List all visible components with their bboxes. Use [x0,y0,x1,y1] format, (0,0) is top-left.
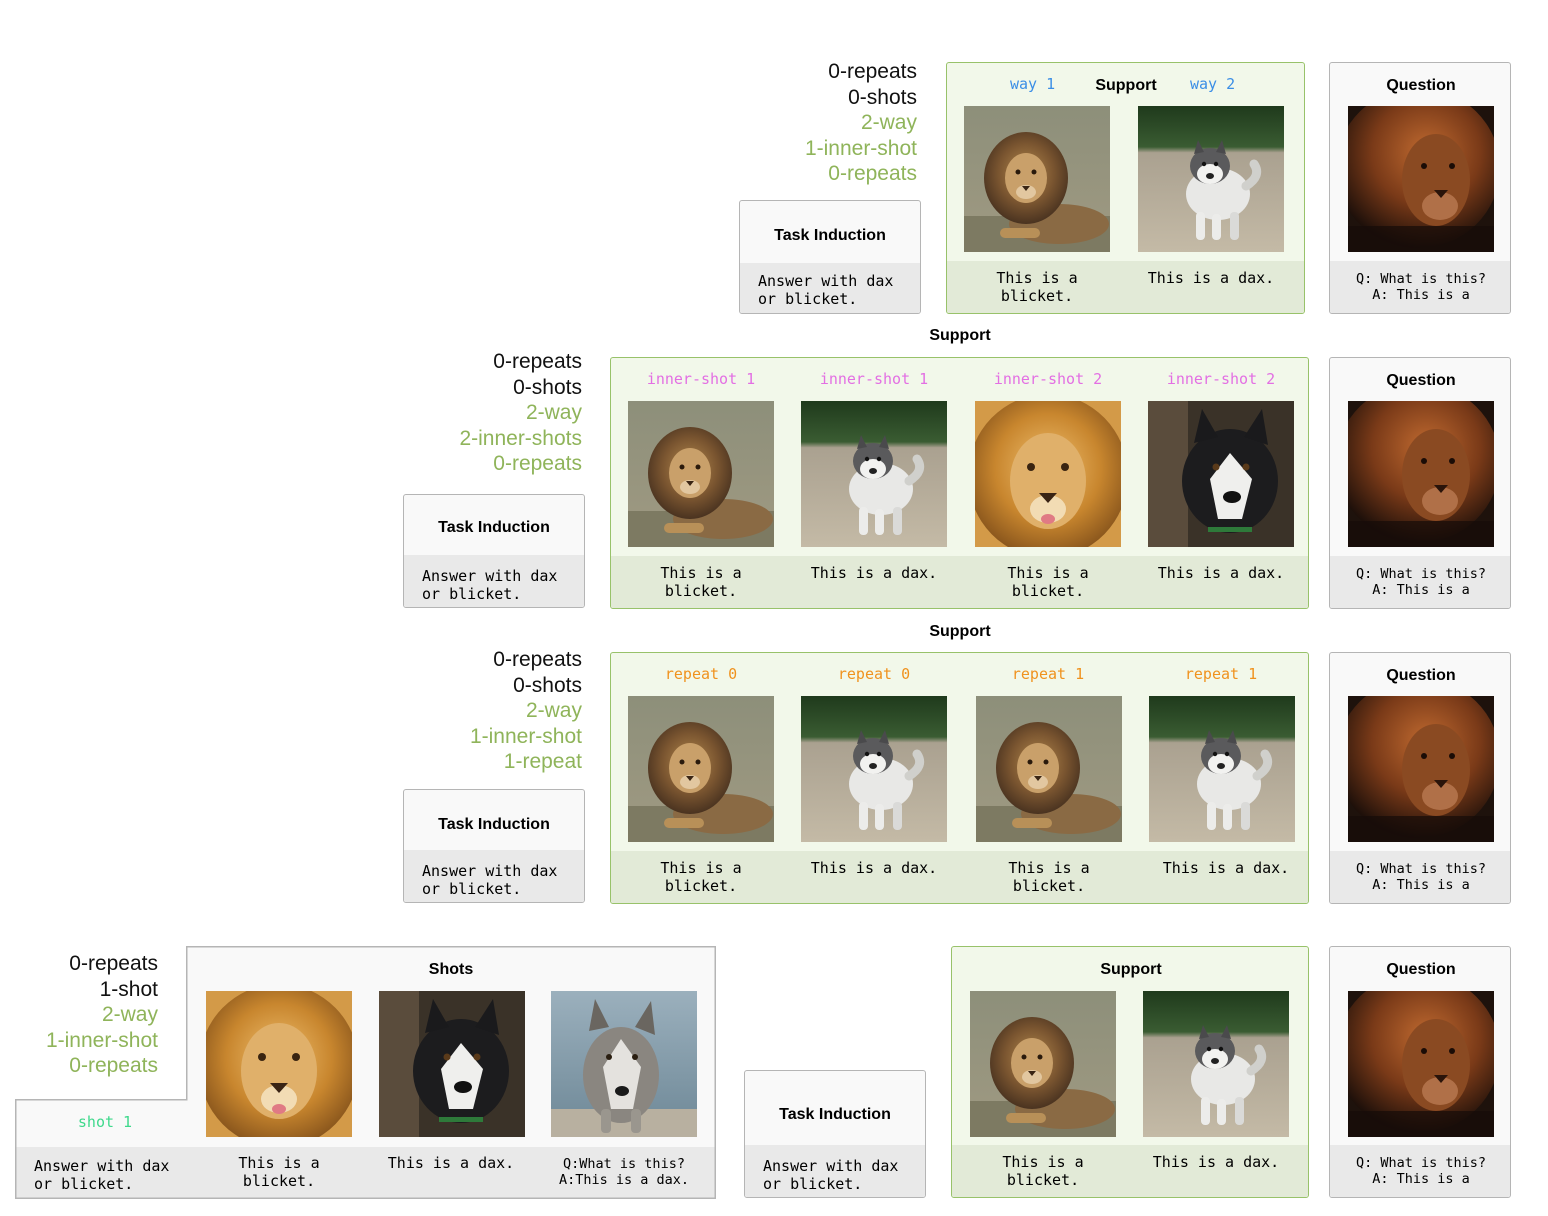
caption-blicket: This is a blicket. [996,269,1078,305]
tag-repeat-0a: repeat 0 [664,665,738,683]
tag-way-2: way 2 [1190,75,1236,93]
wolf-dog-image [551,991,697,1137]
husky-portrait-image [379,991,525,1137]
caption-blicket: This is a blicket. [660,859,742,895]
caption-dax: This is a dax. [387,1154,515,1172]
lion-sitting-image [628,401,774,547]
question-title: Question [1386,372,1456,389]
support-title: Support [1100,961,1162,978]
tag-shot-1: shot 1 [77,1113,133,1131]
config-shots: 0-shots [513,673,582,697]
support-box-row-3: repeat 0 repeat 0 repeat 1 repeat 1 This… [610,652,1309,904]
lion-dark-image [1348,401,1494,547]
config-label-row-3: 0-repeats 0-shots 2-way 1-inner-shot 1-r… [420,647,582,775]
lion-dark-image [1348,106,1494,252]
config-inner-shots: 2-inner-shots [459,426,582,450]
question-box-row-2: Question Q: What is this? A: This is a [1329,357,1511,609]
task-induction-box-row-3: Task Induction Answer with dax or blicke… [403,789,585,903]
config-repeats: 0-repeats [493,350,582,373]
lion-sitting-image [628,696,774,842]
tag-inner-shot-2b: inner-shot 2 [1166,370,1276,388]
question-box-row-4: Question Q: What is this? A: This is a [1329,946,1511,1198]
support-box-row-4: Support This is a blicket. This is a dax… [951,946,1309,1198]
husky-portrait-image [1148,401,1294,547]
lion-dark-image [1348,696,1494,842]
lion-dark-image [1348,991,1494,1137]
caption-dax: This is a dax. [810,859,938,877]
config-way: 2-way [525,699,582,722]
husky-standing-image [1149,696,1295,842]
husky-standing-image [1138,106,1284,252]
lion-sitting-image [970,991,1116,1137]
task-induction-title: Task Induction [774,227,886,244]
tag-inner-shot-2a: inner-shot 2 [993,370,1103,388]
husky-standing-image [801,696,947,842]
question-title: Question [1386,961,1456,978]
tag-inner-shot-1b: inner-shot 1 [819,370,929,388]
task-induction-title: Task Induction [438,816,550,833]
config-shots: 0-shots [513,375,582,399]
task-induction-text: Answer with dax or blicket. [34,1157,170,1193]
config-inner-repeats: 1-repeat [503,750,582,773]
caption-dax: This is a dax. [1162,859,1290,877]
support-box-row-1: way 1 Support way 2 This is a blicket. T… [946,62,1305,314]
husky-standing-image [801,401,947,547]
husky-standing-image [1143,991,1289,1137]
question-title: Question [1386,667,1456,684]
config-inner-repeats: 0-repeats [493,452,582,475]
task-induction-box-row-4: Task Induction Answer with dax or blicke… [744,1070,926,1198]
config-label-row-1: 0-repeats 0-shots 2-way 1-inner-shot 0-r… [760,59,917,187]
caption-dax: This is a dax. [1157,564,1285,582]
config-inner-shots: 1-inner-shot [469,724,582,748]
task-induction-box-row-2: Task Induction Answer with dax or blicke… [403,494,585,608]
config-way: 2-way [525,401,582,424]
caption-dax: This is a dax. [1147,269,1275,287]
task-induction-text: Answer with dax or blicket. [422,862,558,898]
config-shots: 0-shots [848,85,917,109]
tag-way-1: way 1 [1010,75,1056,93]
lion-sitting-image [964,106,1110,252]
question-text: Q: What is this? A: This is a [1355,566,1487,598]
question-box-row-3: Question Q: What is this? A: This is a [1329,652,1511,904]
lion-closeup-image [206,991,352,1137]
tag-inner-shot-1a: inner-shot 1 [646,370,756,388]
support-title: Support [1095,77,1157,94]
caption-blicket: This is a blicket. [660,564,742,600]
question-box-row-1: Question Q: What is this? A: This is a [1329,62,1511,314]
config-repeats: 0-repeats [828,60,917,83]
task-induction-title: Task Induction [779,1106,891,1123]
config-way: 2-way [860,111,917,134]
lion-closeup-image [975,401,1121,547]
caption-blicket: This is a blicket. [1002,1153,1084,1189]
support-title-row-3: Support [929,623,991,640]
config-repeats: 0-repeats [493,648,582,671]
config-inner-shots: 1-inner-shot [804,136,917,160]
support-title-row-2: Support [929,327,991,344]
config-inner-repeats: 0-repeats [828,162,917,185]
tag-repeat-1a: repeat 1 [1011,665,1085,683]
shots-title: Shots [428,961,474,978]
tag-repeat-1b: repeat 1 [1184,665,1258,683]
tag-repeat-0b: repeat 0 [837,665,911,683]
question-text: Q: What is this? A: This is a [1355,1155,1487,1187]
support-box-row-2: inner-shot 1 inner-shot 1 inner-shot 2 i… [610,357,1309,609]
config-label-row-2: 0-repeats 0-shots 2-way 2-inner-shots 0-… [420,349,582,477]
shot-question-text: Q:What is this? A:This is a dax. [558,1156,690,1188]
question-text: Q: What is this? A: This is a [1355,861,1487,893]
caption-dax: This is a dax. [1152,1153,1280,1171]
question-title: Question [1386,77,1456,94]
task-induction-text: Answer with dax or blicket. [422,567,558,603]
caption-blicket: This is a blicket. [1008,859,1090,895]
task-induction-box-row-1: Task Induction Answer with dax or blicke… [739,200,921,314]
task-induction-text: Answer with dax or blicket. [763,1157,899,1193]
lion-sitting-image [976,696,1122,842]
caption-blicket: This is a blicket. [238,1154,320,1190]
question-text: Q: What is this? A: This is a [1355,271,1487,303]
caption-dax: This is a dax. [810,564,938,582]
task-induction-title: Task Induction [438,519,550,536]
task-induction-text: Answer with dax or blicket. [758,272,894,308]
caption-blicket: This is a blicket. [1007,564,1089,600]
